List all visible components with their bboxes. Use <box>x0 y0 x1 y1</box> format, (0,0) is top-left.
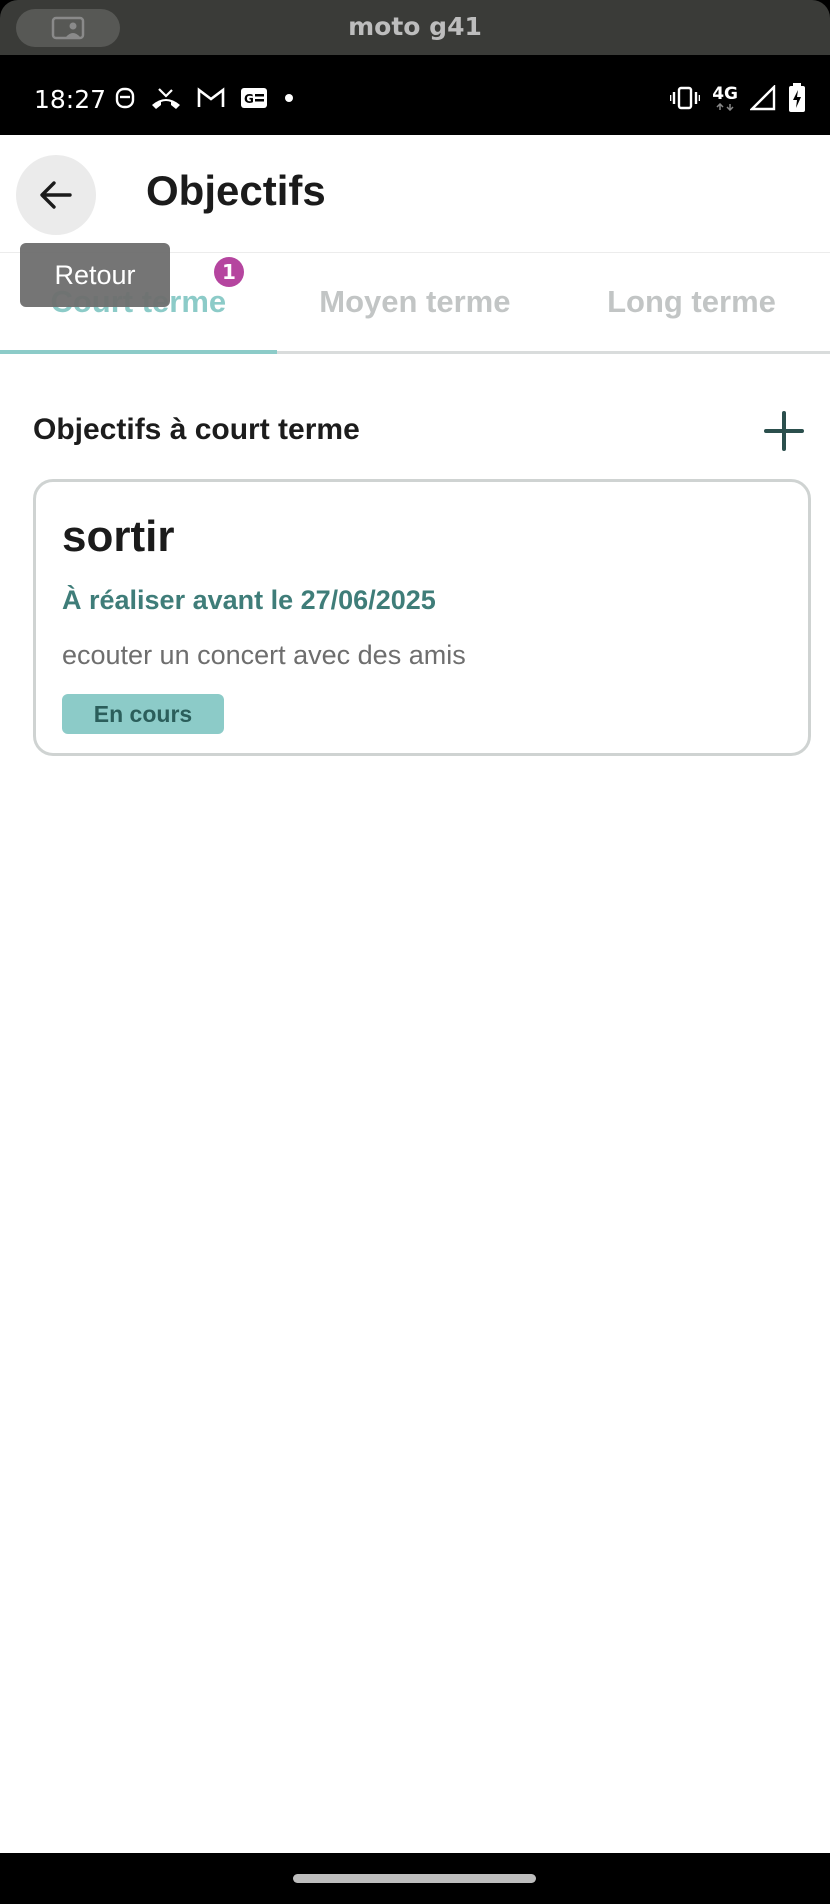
notification-icons: G <box>114 85 296 111</box>
back-tooltip: Retour <box>20 243 170 307</box>
add-goal-button[interactable] <box>758 405 810 457</box>
dot-icon <box>282 91 296 105</box>
goal-card[interactable]: sortir À réaliser avant le 27/06/2025 ec… <box>33 479 811 756</box>
goal-description: ecouter un concert avec des amis <box>62 640 466 670</box>
tab-moyen-terme[interactable]: Moyen terme <box>277 253 554 351</box>
gmail-icon <box>196 86 226 110</box>
device-name: moto g41 <box>348 12 482 41</box>
missed-call-icon <box>150 85 182 111</box>
news-icon: G <box>240 87 268 109</box>
tab-long-terme[interactable]: Long terme <box>553 253 830 351</box>
navigation-bar <box>0 1853 830 1904</box>
emulator-title-bar: moto g41 <box>0 0 830 55</box>
network-type: 4G <box>712 85 738 111</box>
page-title: Objectifs <box>146 167 326 214</box>
goal-title: sortir <box>62 512 175 561</box>
plus-icon <box>764 411 804 451</box>
svg-text:G: G <box>244 92 254 106</box>
back-button[interactable] <box>16 155 96 235</box>
status-bar: 18:27 G 4G <box>0 55 830 135</box>
arrow-left-icon <box>40 181 72 209</box>
battery-charging-icon <box>788 83 806 113</box>
robot-icon <box>114 85 136 111</box>
app-screen: Objectifs Court terme Moyen terme Long t… <box>0 135 830 1853</box>
system-icons: 4G <box>670 83 806 113</box>
goal-deadline: À réaliser avant le 27/06/2025 <box>62 585 436 615</box>
vibrate-icon <box>670 85 701 111</box>
home-gesture-handle[interactable] <box>293 1874 536 1883</box>
signal-icon <box>750 85 776 111</box>
app-bar: Objectifs <box>0 135 830 253</box>
status-badge: En cours <box>62 694 224 734</box>
tab-count-badge: 1 <box>214 257 244 287</box>
status-time: 18:27 <box>34 85 107 114</box>
section-title: Objectifs à court terme <box>33 413 360 446</box>
